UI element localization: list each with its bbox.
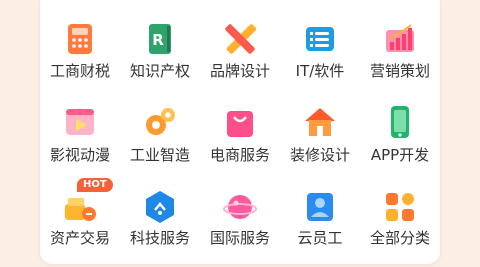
pencil-ruler-icon xyxy=(223,22,257,56)
service-label: 品牌设计 xyxy=(209,62,270,80)
service-label: 工商财税 xyxy=(49,62,110,80)
server-list-icon xyxy=(303,22,337,56)
bar-chart-icon xyxy=(383,22,417,56)
gears-icon xyxy=(143,105,177,139)
service-tile-decoration-design[interactable]: 装修设计 xyxy=(280,87,360,174)
service-label: 科技服务 xyxy=(129,229,190,247)
service-tile-asset-trading[interactable]: HOT 资产交易 xyxy=(40,174,120,261)
service-label: 电商服务 xyxy=(209,146,270,164)
service-label: 影视动漫 xyxy=(49,146,110,164)
service-label: 全部分类 xyxy=(369,229,430,247)
hot-badge: HOT xyxy=(77,178,113,192)
service-label: APP开发 xyxy=(370,146,430,164)
service-label: 营销策划 xyxy=(369,62,430,80)
service-tile-film-animation[interactable]: 影视动漫 xyxy=(40,87,120,174)
grid-squares-icon xyxy=(383,190,417,224)
service-tile-cloud-employee[interactable]: 云员工 xyxy=(280,174,360,261)
video-play-icon xyxy=(63,105,97,139)
service-label: 知识产权 xyxy=(129,62,190,80)
service-tile-tech-services[interactable]: 科技服务 xyxy=(120,174,200,261)
gold-coins-icon: HOT xyxy=(63,178,113,224)
service-label: 云员工 xyxy=(297,229,343,247)
smartphone-icon xyxy=(383,105,417,139)
shopping-bag-icon xyxy=(223,105,257,139)
service-tile-brand-design[interactable]: 品牌设计 xyxy=(200,0,280,87)
services-grid: 工商财税 R 知识产权 品牌设计 IT/软件 营销策划 影视动漫 工业智造 电商… xyxy=(40,0,440,264)
service-tile-industrial-manufacturing[interactable]: 工业智造 xyxy=(120,87,200,174)
svg-text:R: R xyxy=(152,31,164,49)
service-label: 资产交易 xyxy=(49,229,110,247)
calculator-icon xyxy=(63,22,97,56)
hexagon-link-icon xyxy=(143,190,177,224)
service-label: 国际服务 xyxy=(209,229,270,247)
service-tile-ip[interactable]: R 知识产权 xyxy=(120,0,200,87)
service-label: 装修设计 xyxy=(289,146,350,164)
id-card-icon xyxy=(303,190,337,224)
service-tile-it-software[interactable]: IT/软件 xyxy=(280,0,360,87)
house-icon xyxy=(303,105,337,139)
planet-icon xyxy=(223,190,257,224)
service-tile-tax[interactable]: 工商财税 xyxy=(40,0,120,87)
service-tile-international-services[interactable]: 国际服务 xyxy=(200,174,280,261)
services-card: 工商财税 R 知识产权 品牌设计 IT/软件 营销策划 影视动漫 工业智造 电商… xyxy=(40,0,440,264)
service-tile-marketing[interactable]: 营销策划 xyxy=(360,0,440,87)
service-tile-app-development[interactable]: APP开发 xyxy=(360,87,440,174)
service-tile-ecommerce[interactable]: 电商服务 xyxy=(200,87,280,174)
service-label: IT/软件 xyxy=(295,62,345,80)
book-r-icon: R xyxy=(143,22,177,56)
service-label: 工业智造 xyxy=(129,146,190,164)
service-tile-all-categories[interactable]: 全部分类 xyxy=(360,174,440,261)
